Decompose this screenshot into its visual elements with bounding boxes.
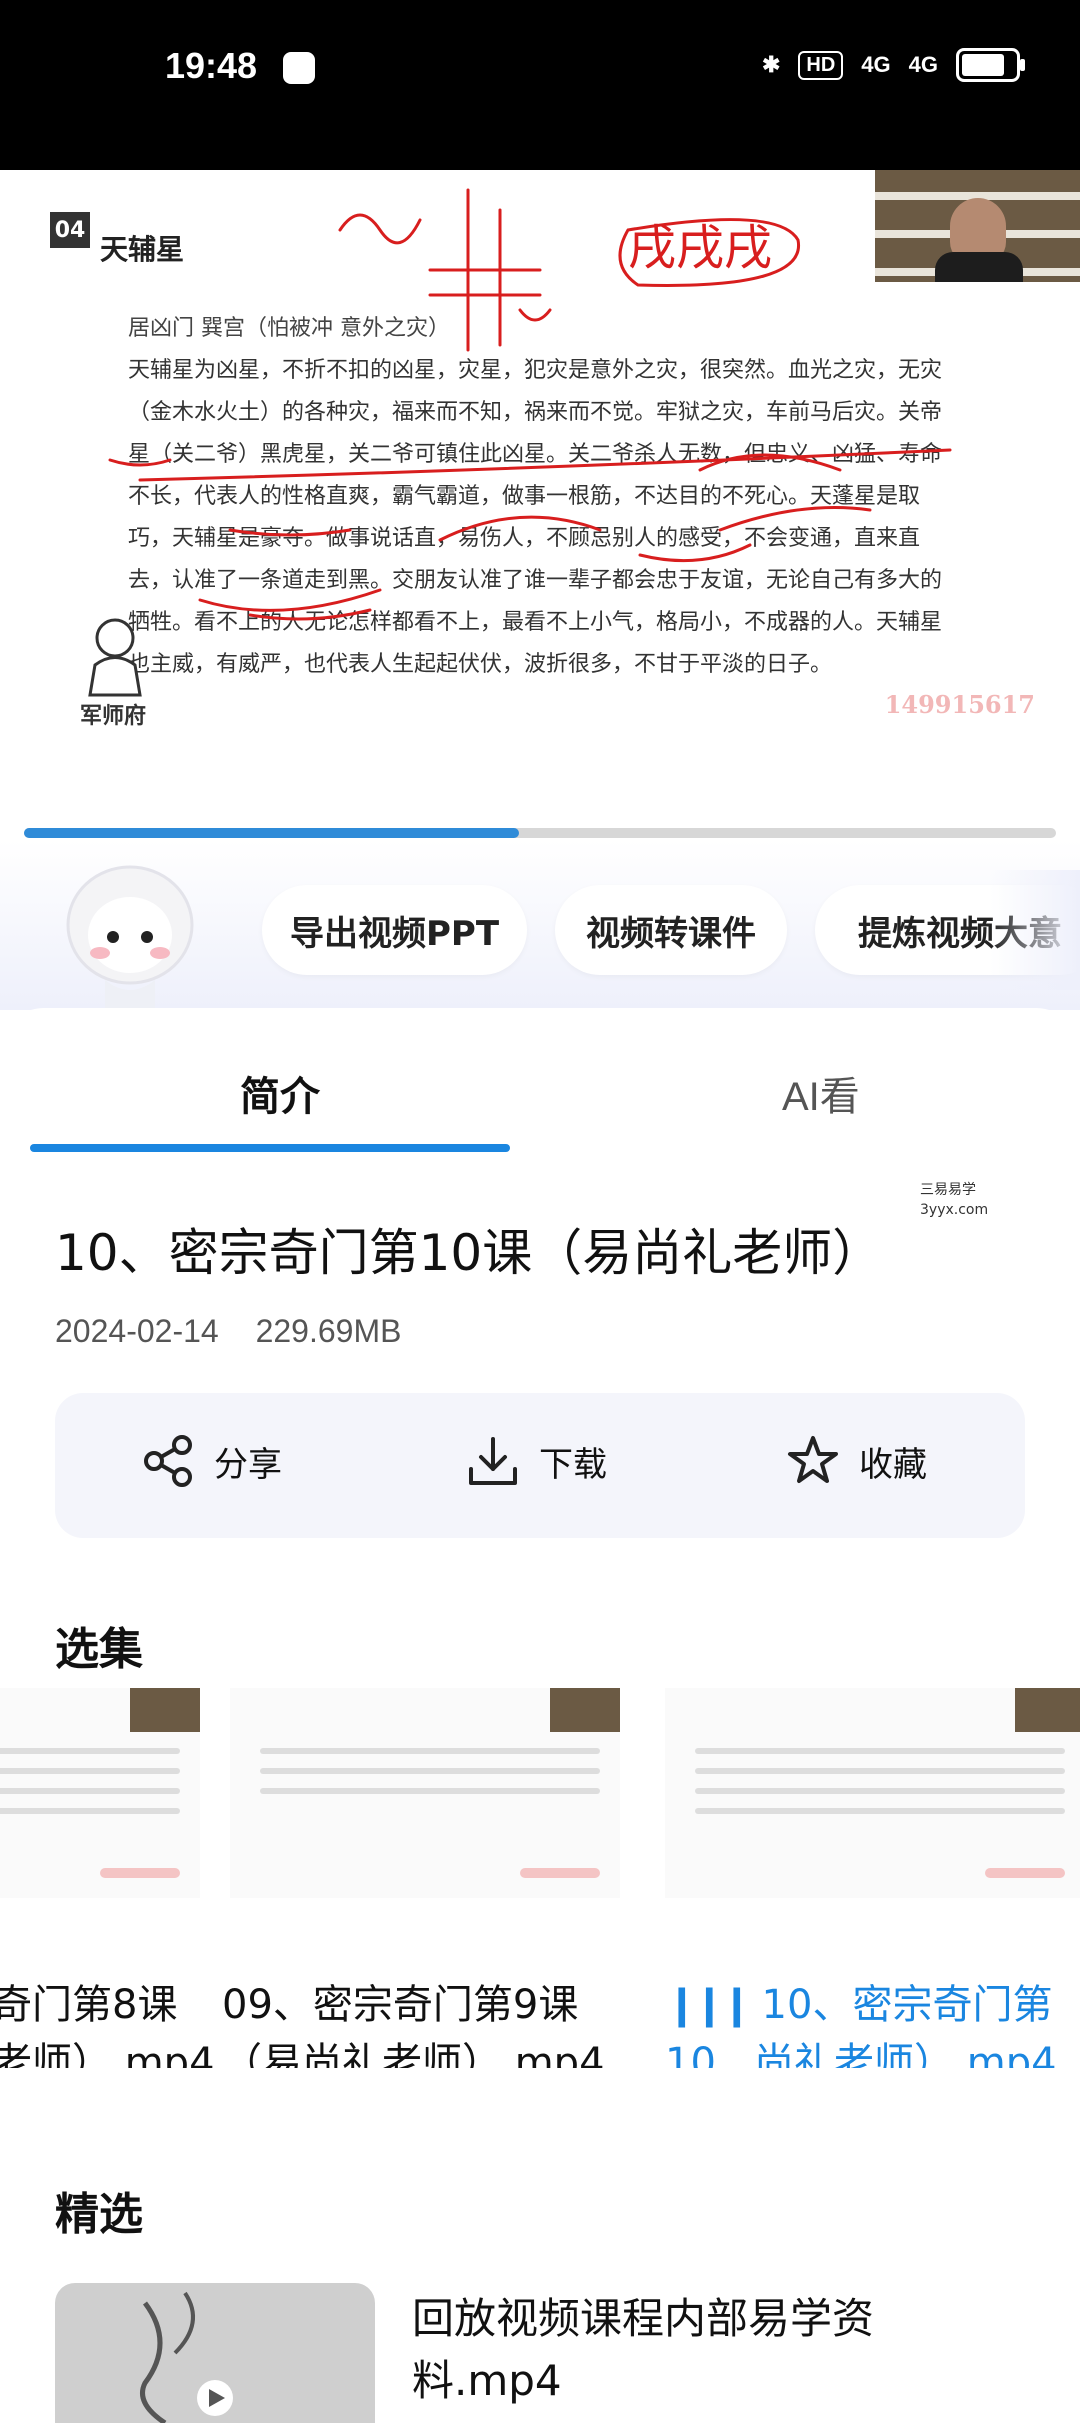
ai-mascot-icon: [66, 865, 194, 1015]
featured-heading: 精选: [55, 2189, 143, 2240]
ai-tools-bar: 导出视频PPT 视频转课件 提炼视频大意: [0, 840, 1080, 1015]
share-button[interactable]: 分享: [140, 1433, 282, 1489]
video-player[interactable]: 04 天辅星 居凶门 巽宫（怕被冲 意外之灾） 天辅星为凶星，不折不扣的凶星，灾…: [0, 170, 1080, 775]
signal-4g-icon: 4G: [861, 52, 891, 77]
handwritten-note: 戌戌戌: [628, 220, 773, 276]
star-icon: [788, 1436, 838, 1483]
video-to-courseware-chip[interactable]: 视频转课件: [555, 885, 787, 975]
video-title: 10、密宗奇门第10课（易尚礼老师）: [55, 1224, 883, 1282]
episode-item-current[interactable]: ❙❙❙ 10、密宗奇门第 10...尚礼老师）.mp4: [665, 1976, 1057, 2068]
tab-ai[interactable]: AI看: [782, 1064, 860, 1122]
mascot-logo-icon: [88, 618, 142, 697]
action-bar: 分享 下载 收藏: [55, 1393, 1025, 1538]
episode-item[interactable]: 09、密宗奇门第9课 （易尚礼老师）.mp4: [222, 1976, 605, 2068]
app-notification-icon: [283, 52, 315, 84]
favorite-button[interactable]: 收藏: [785, 1433, 927, 1489]
featured-title[interactable]: 回放视频课程内部易学资料.mp4: [412, 2288, 972, 2412]
favorite-label: 收藏: [859, 1444, 927, 1485]
logo-text: 军师府: [80, 703, 147, 729]
slide-body-text: 天辅星为凶星，不折不扣的凶星，灾星，犯灾是意外之灾，很突然。血光之灾，无灾（金木…: [128, 358, 943, 677]
download-icon: [469, 1437, 517, 1485]
episode-thumbnail[interactable]: [230, 1688, 620, 1898]
presenter-camera: [875, 170, 1080, 282]
video-size: 229.69MB: [255, 1313, 402, 1349]
bluetooth-icon: ✱: [761, 52, 781, 77]
episode-item[interactable]: 奇门第8课 老师）.mp4: [0, 1976, 215, 2068]
status-bar: 19:48 ✱ HD 4G 4G: [0, 0, 1080, 170]
share-label: 分享: [214, 1444, 282, 1485]
hd-icon: HD: [798, 50, 844, 80]
slide-title: 天辅星: [100, 233, 185, 266]
slide-number-badge: 04: [50, 212, 90, 248]
share-icon: [144, 1435, 192, 1487]
video-date: 2024-02-14: [55, 1313, 219, 1349]
tab-intro[interactable]: 简介: [240, 1064, 320, 1122]
battery-icon: [956, 48, 1025, 82]
playing-bars-icon: ❙❙❙: [665, 1982, 754, 2028]
video-progress-bar[interactable]: [24, 828, 1056, 838]
episode-list: 奇门第8课 老师）.mp4 09、密宗奇门第9课 （易尚礼老师）.mp4 ❙❙❙…: [0, 1688, 1080, 2068]
export-ppt-chip[interactable]: 导出视频PPT: [262, 885, 527, 975]
video-meta: 2024-02-14 229.69MB: [55, 1313, 429, 1350]
download-label: 下载: [539, 1444, 607, 1485]
tab-indicator: [30, 1144, 510, 1152]
slide-subtitle: 居凶门 巽宫（怕被冲 意外之灾）: [128, 316, 450, 341]
episode-thumbnail[interactable]: [665, 1688, 1080, 1898]
watermark: 149915617: [884, 690, 1035, 719]
status-icons: ✱ HD 4G 4G: [761, 48, 1025, 82]
progress-fill: [24, 828, 520, 838]
status-time: 19:48: [165, 45, 258, 86]
details-sheet: 简介 AI看 三易易学 3yyx.com 10、密宗奇门第10课（易尚礼老师） …: [0, 1008, 1080, 2423]
featured-thumbnail[interactable]: [55, 2283, 375, 2423]
episode-thumbnail[interactable]: [0, 1688, 200, 1898]
site-logo: 三易易学 3yyx.com: [920, 1182, 989, 1218]
download-button[interactable]: 下载: [465, 1433, 607, 1489]
episodes-heading: 选集: [55, 1624, 143, 1675]
signal-4g-icon-2: 4G: [908, 52, 938, 77]
